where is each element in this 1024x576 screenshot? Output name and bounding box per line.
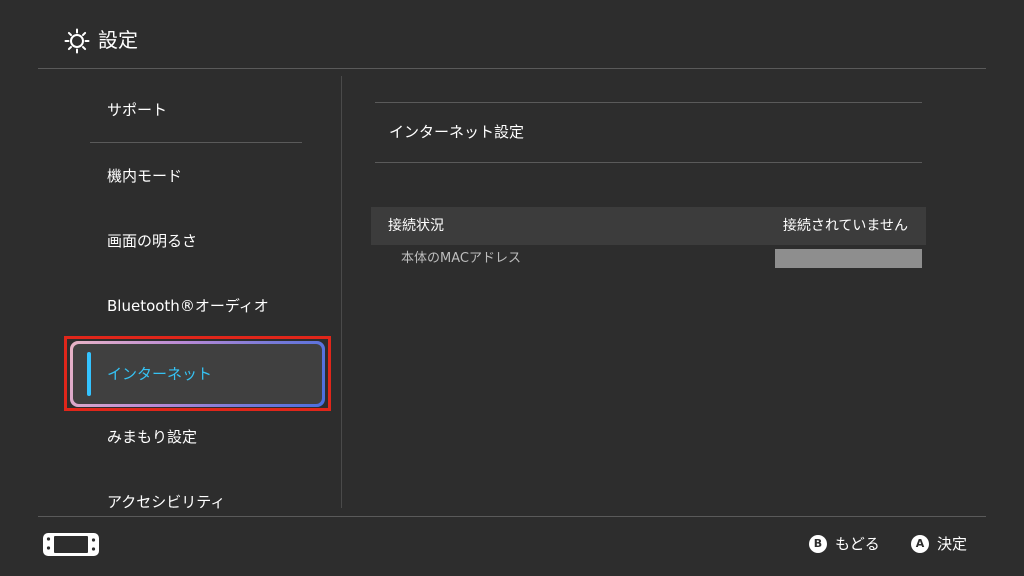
settings-screen: 設定 サポート 機内モード 画面の明るさ Bluetooth®オーディオ インタ… xyxy=(0,0,1024,576)
header: 設定 xyxy=(0,0,1024,68)
sidebar-item-internet[interactable]: インターネット xyxy=(70,341,325,407)
sidebar-item-label: サポート xyxy=(107,101,168,119)
sidebar-item-accessibility[interactable]: アクセシビリティ xyxy=(90,476,302,514)
page-title: 設定 xyxy=(98,28,138,52)
b-button-icon: B xyxy=(809,535,827,553)
sidebar-item-brightness[interactable]: 画面の明るさ xyxy=(90,215,302,267)
back-button[interactable]: B もどる xyxy=(809,535,889,555)
a-button-icon: A xyxy=(911,535,929,553)
sidebar-item-label: アクセシビリティ xyxy=(107,493,226,511)
sidebar-item-label: みまもり設定 xyxy=(107,428,198,446)
title-top-divider xyxy=(375,102,922,103)
sidebar-vertical-divider xyxy=(341,76,342,508)
sidebar-item-label: インターネット xyxy=(107,365,213,383)
header-divider xyxy=(38,68,986,69)
sidebar-item-parental-controls[interactable]: みまもり設定 xyxy=(90,411,302,463)
title-bottom-divider xyxy=(375,162,922,163)
mac-address-redacted xyxy=(775,249,922,268)
sidebar-item-label: 画面の明るさ xyxy=(107,232,198,250)
connection-status-value: 接続されていません xyxy=(782,218,908,234)
highlight-box: インターネット xyxy=(64,336,331,411)
selection-indicator xyxy=(87,352,91,396)
sidebar-item-label: 機内モード xyxy=(107,167,183,185)
connection-status-row: 接続状況 接続されていません xyxy=(371,207,926,245)
section-title[interactable]: インターネット設定 xyxy=(389,122,524,142)
sidebar-item-label: Bluetooth®オーディオ xyxy=(107,297,269,315)
sidebar-item-internet-inner: インターネット xyxy=(73,344,322,404)
switch-console-icon xyxy=(43,533,99,556)
confirm-button[interactable]: A 決定 xyxy=(911,535,981,555)
back-button-label: もどる xyxy=(835,535,880,553)
sidebar-divider xyxy=(90,142,302,143)
gear-icon xyxy=(64,28,90,54)
sidebar-item-support[interactable]: サポート xyxy=(90,84,302,136)
mac-address-row: 本体のMACアドレス xyxy=(371,248,926,272)
sidebar-item-airplane-mode[interactable]: 機内モード xyxy=(90,150,302,202)
sidebar-item-bluetooth-audio[interactable]: Bluetooth®オーディオ xyxy=(90,280,302,332)
connection-status-label: 接続状況 xyxy=(388,218,444,234)
confirm-button-label: 決定 xyxy=(937,535,968,553)
footer-divider xyxy=(38,516,986,517)
mac-address-label: 本体のMACアドレス xyxy=(401,251,521,266)
